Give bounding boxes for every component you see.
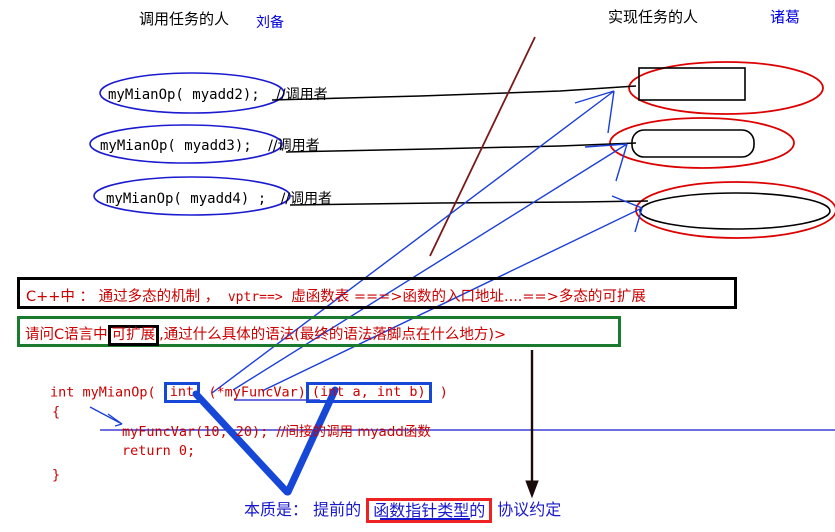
code-line1-b: (*myFuncVar) bbox=[200, 384, 306, 401]
code-line-1: int myMianOp( int (*myFuncVar) (int a, in… bbox=[50, 382, 448, 403]
call-line-3: myMianOp( myadd4) ; //调用者 bbox=[106, 188, 332, 208]
call-code-2: myMianOp( myadd3); bbox=[100, 138, 252, 154]
code-block: int myMianOp( int (*myFuncVar) (int a, in… bbox=[50, 382, 448, 485]
code-line1-a: int myMianOp( bbox=[50, 384, 164, 401]
call-comment-3: //调用者 bbox=[280, 191, 333, 207]
diagram-canvas: 调用任务的人 刘备 实现任务的人 诸葛 myMianOp( myadd2); /… bbox=[0, 0, 835, 532]
code-line3-a: myFuncVar(10, 20); bbox=[122, 424, 277, 440]
connector-line-2 bbox=[285, 142, 637, 153]
note-black-text-c: 虚函数表 ===>函数的入口地址....==>多态的可扩展 bbox=[291, 289, 646, 305]
blue-arrow-head-1a bbox=[574, 90, 615, 104]
note-black-text: C++中 ： 通过多态的机制 ， vptr==> 虚函数表 ===>函数的入口地… bbox=[26, 285, 646, 306]
code-line-3: myFuncVar(10, 20); //间接的调用 myadd函数 bbox=[122, 423, 448, 442]
call-comment-1: //调用者 bbox=[276, 87, 328, 103]
connector-line-3 bbox=[289, 200, 649, 206]
blue-arrow-head-1b bbox=[607, 90, 615, 134]
note-black-text-b: vptr==> bbox=[227, 290, 283, 305]
impl-shape-rectangle bbox=[638, 67, 746, 101]
note-green-text: 请问C语言中 可扩展 ,通过什么具体的语法(最终的语法落脚点在什么地方)> bbox=[25, 323, 506, 346]
call-code-1: myMianOp( myadd2); bbox=[108, 87, 260, 103]
note-green-text-b: ,通过什么具体的语法(最终的语法落脚点在什么地方)> bbox=[159, 327, 507, 343]
call-comment-2: //调用者 bbox=[268, 138, 320, 154]
impl-heading: 实现任务的人 bbox=[608, 8, 699, 26]
code-line-4: return 0; bbox=[122, 443, 196, 459]
conclusion-prefix: 本质是： 提前的 bbox=[244, 500, 362, 519]
caller-name: 刘备 bbox=[256, 15, 284, 31]
code-line-5: } bbox=[52, 467, 61, 483]
note-green-highlight: 可扩展 bbox=[107, 325, 160, 346]
code-line-2: { bbox=[52, 404, 61, 420]
code-params-box: (int a, int b) bbox=[305, 382, 432, 403]
conclusion-suffix: 协议约定 bbox=[497, 500, 562, 519]
impl-red-ellipse-1 bbox=[628, 61, 824, 115]
call-line-2: myMianOp( myadd3); //调用者 bbox=[100, 135, 320, 155]
code-return-type-box: int bbox=[163, 382, 201, 403]
call-code-3: myMianOp( myadd4) ; bbox=[106, 191, 267, 207]
impl-shape-ellipse bbox=[639, 192, 831, 230]
down-arrow-head bbox=[525, 480, 539, 499]
note-green-text-a: 请问C语言中 bbox=[25, 327, 108, 343]
impl-name: 诸葛 bbox=[770, 8, 801, 26]
code-line1-c: ) bbox=[431, 384, 448, 401]
code-line3-comment: //间接的调用 myadd函数 bbox=[276, 424, 431, 440]
conclusion-highlight: 函数指针类型的 bbox=[366, 498, 493, 523]
conclusion-line: 本质是： 提前的 函数指针类型的 协议约定 bbox=[244, 496, 561, 523]
blue-arrow-line-2 bbox=[232, 143, 628, 391]
impl-shape-rounded-rectangle bbox=[631, 129, 755, 158]
call-line-1: myMianOp( myadd2); //调用者 bbox=[108, 84, 328, 104]
caller-heading: 调用任务的人 bbox=[139, 10, 230, 28]
impl-red-ellipse-2 bbox=[609, 117, 795, 169]
note-black-text-a: C++中 ： 通过多态的机制 ， bbox=[26, 289, 220, 305]
